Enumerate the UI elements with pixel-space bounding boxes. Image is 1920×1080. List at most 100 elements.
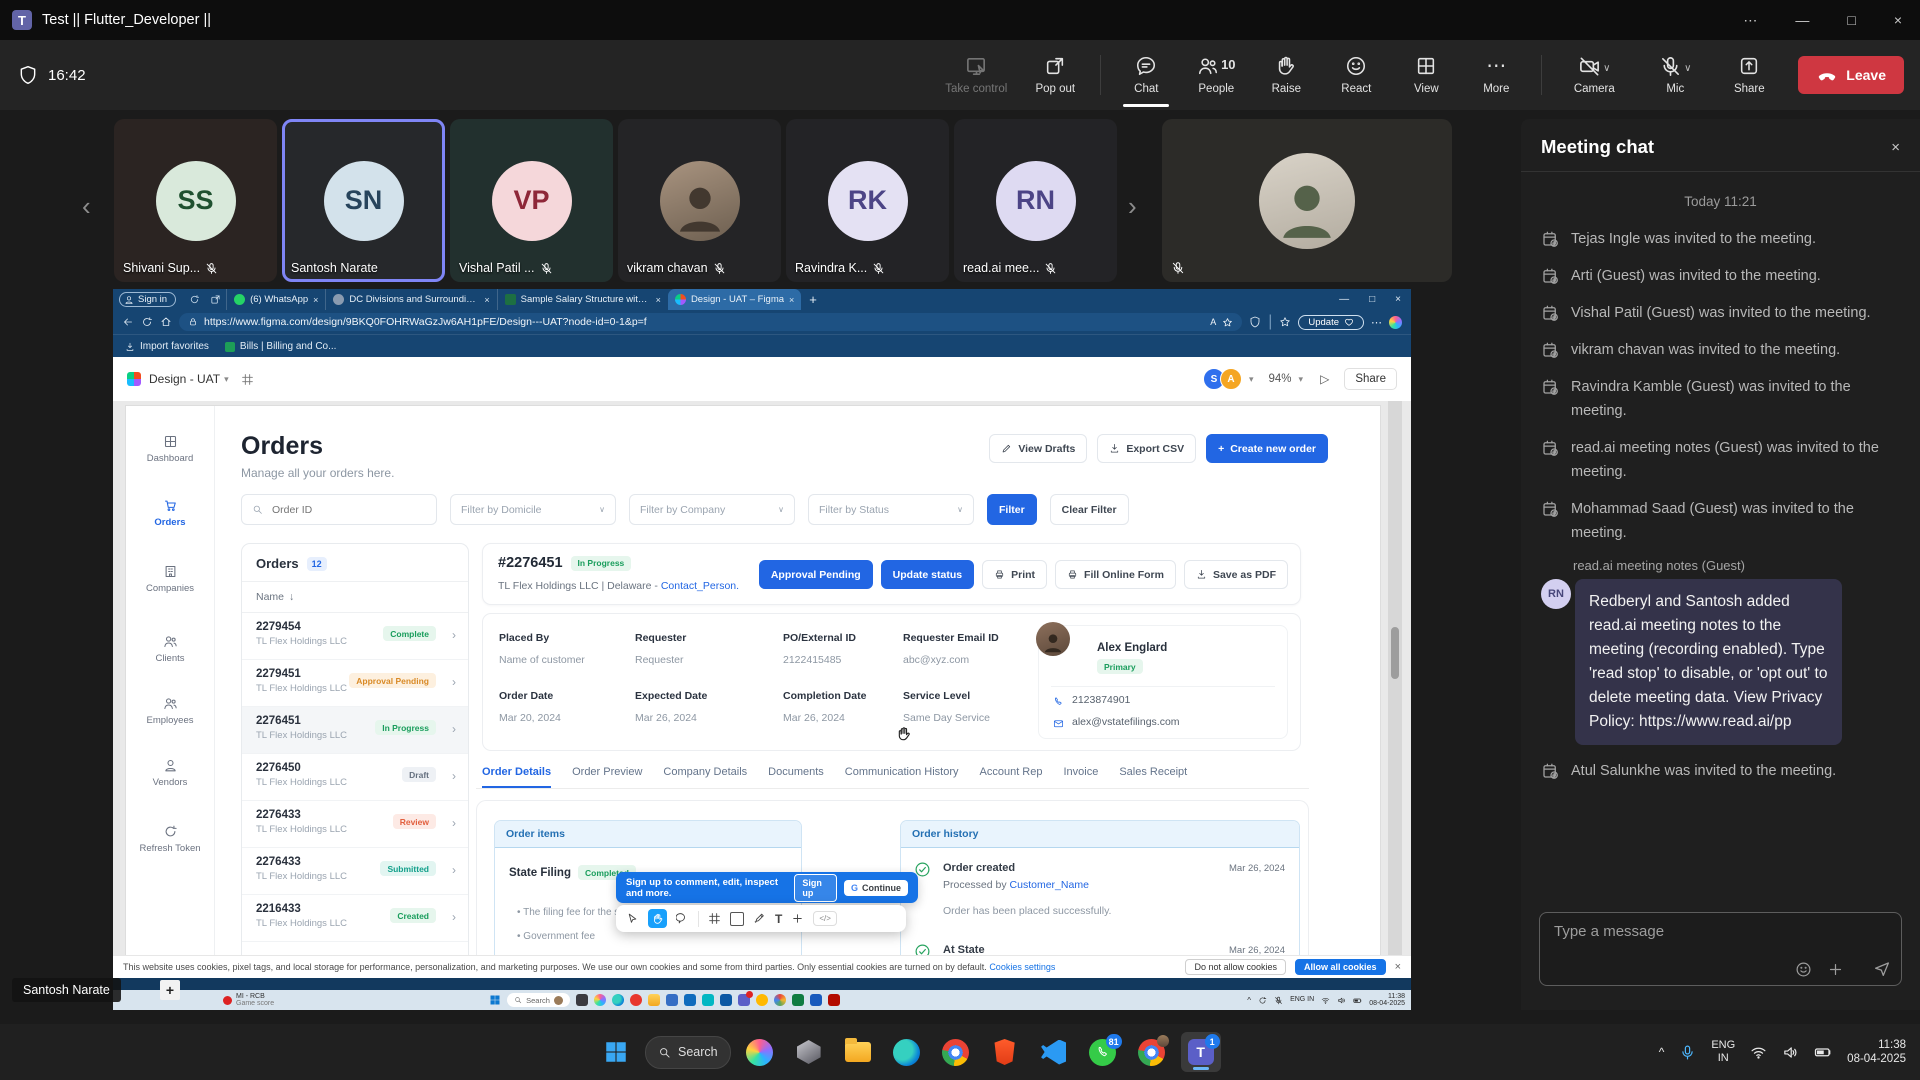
home-icon[interactable] <box>160 316 172 328</box>
tab-account-rep[interactable]: Account Rep <box>980 766 1043 788</box>
hand-tool-icon[interactable] <box>648 909 667 928</box>
sidebar-item-clients[interactable]: Clients <box>126 634 214 664</box>
order-row[interactable]: 2279451 TL Flex Holdings LLC Approval Pe… <box>242 660 468 707</box>
todo-icon[interactable] <box>756 994 768 1006</box>
browser-essentials-icon[interactable] <box>1249 316 1261 328</box>
copilot-icon[interactable] <box>1389 316 1402 329</box>
browser-close-icon[interactable]: × <box>1395 294 1401 305</box>
bookmark-star-icon[interactable] <box>1222 317 1233 328</box>
update-status-button[interactable]: Update status <box>881 560 974 589</box>
url-field[interactable]: https://www.figma.com/design/9BKQ0FOHRWa… <box>179 313 1242 331</box>
tab-order-details[interactable]: Order Details <box>482 766 551 788</box>
name-column-header[interactable]: Name ↓ <box>242 582 468 613</box>
vscode-button[interactable] <box>1034 1032 1074 1072</box>
shape-tool-icon[interactable] <box>730 912 744 926</box>
filter-status-select[interactable]: Filter by Status ∨ <box>808 494 974 525</box>
widgets-score[interactable]: MI - RCBGame score <box>223 993 274 1008</box>
camera-options-chevron-icon[interactable]: ∨ <box>1603 63 1610 74</box>
frame-tool-icon[interactable] <box>708 912 721 925</box>
filter-domicile-select[interactable]: Filter by Domicile ∨ <box>450 494 616 525</box>
export-csv-button[interactable]: Export CSV <box>1097 434 1196 463</box>
contact-email[interactable]: alex@vstatefilings.com <box>1072 716 1180 728</box>
file-menu-caret-icon[interactable]: ▾ <box>224 374 229 385</box>
edge-icon[interactable] <box>612 994 624 1006</box>
inner-clock[interactable]: 11:3808-04-2025 <box>1369 993 1405 1008</box>
order-row[interactable]: 2279454 TL Flex Holdings LLC Complete › <box>242 613 468 660</box>
start-icon[interactable] <box>489 994 501 1006</box>
defender-icon[interactable] <box>720 994 732 1006</box>
favorite-item[interactable]: Import favorites <box>125 341 209 352</box>
sidebar-item-companies[interactable]: Companies <box>126 564 214 594</box>
view-drafts-button[interactable]: View Drafts <box>989 434 1087 463</box>
participant-tile-wide[interactable] <box>1162 119 1452 282</box>
refresh-icon[interactable] <box>141 316 153 328</box>
filmstrip-right-chevron-icon[interactable]: › <box>1128 191 1137 222</box>
wifi-icon[interactable] <box>1321 996 1330 1005</box>
tab-close-icon[interactable]: × <box>656 295 661 305</box>
chat-button[interactable]: Chat <box>1111 55 1181 95</box>
vertical-tabs-icon[interactable] <box>210 294 221 305</box>
tab-company-details[interactable]: Company Details <box>663 766 747 788</box>
send-icon[interactable] <box>1873 960 1891 978</box>
camera-button[interactable]: ∨ Camera <box>1552 55 1636 95</box>
taskbar-search[interactable]: Search <box>645 1036 731 1069</box>
filter-apply-button[interactable]: Filter <box>987 494 1037 525</box>
teams-icon[interactable] <box>738 994 750 1006</box>
sidebar-item-employees[interactable]: Employees <box>126 696 214 726</box>
calculator-icon[interactable] <box>666 994 678 1006</box>
browser-update-button[interactable]: Update <box>1298 315 1364 330</box>
tray-chevron-icon[interactable]: ^ <box>1247 996 1251 1005</box>
emoji-icon[interactable] <box>1795 961 1812 978</box>
order-row-selected[interactable]: 2276451 TL Flex Holdings LLC In Progress… <box>242 707 468 754</box>
tab-documents[interactable]: Documents <box>768 766 824 788</box>
fill-online-form-button[interactable]: Fill Online Form <box>1055 560 1176 589</box>
sidebar-item-dashboard[interactable]: Dashboard <box>126 434 214 464</box>
order-row[interactable]: 2276433 TL Flex Holdings LLC Submitted › <box>242 848 468 895</box>
browser-tab[interactable]: Sample Salary Structure with calc × <box>497 289 668 310</box>
taskbar-clock[interactable]: 11:3808-04-2025 <box>1847 1038 1906 1066</box>
view-button[interactable]: View <box>1391 55 1461 95</box>
cookie-close-icon[interactable]: × <box>1395 961 1401 973</box>
approval-pending-button[interactable]: Approval Pending <box>759 560 873 589</box>
tab-close-icon[interactable]: × <box>313 295 318 305</box>
tab-close-icon[interactable]: × <box>484 295 489 305</box>
order-row[interactable]: 2216433 TL Flex Holdings LLC Created › <box>242 895 468 942</box>
clear-filter-button[interactable]: Clear Filter <box>1050 494 1129 525</box>
move-tool-icon[interactable] <box>626 912 639 925</box>
start-button[interactable] <box>596 1032 636 1072</box>
participant-tile[interactable]: VP Vishal Patil ... <box>450 119 613 282</box>
people-button[interactable]: 10 People <box>1181 55 1251 95</box>
window-more-icon[interactable]: ⋯ <box>1743 12 1757 29</box>
order-id-input[interactable] <box>270 503 404 517</box>
sign-up-button[interactable]: Sign up <box>794 874 837 902</box>
mic-button[interactable]: ∨ Mic <box>1636 55 1714 95</box>
battery-icon[interactable] <box>1353 996 1362 1005</box>
battery-icon[interactable] <box>1814 1043 1832 1061</box>
browser-minimize-icon[interactable]: — <box>1339 294 1349 305</box>
task-view-icon[interactable] <box>576 994 588 1006</box>
mic-muted-icon[interactable] <box>1274 996 1283 1005</box>
create-new-order-button[interactable]: + Create new order <box>1206 434 1328 463</box>
opera-icon[interactable] <box>630 994 642 1006</box>
browser-tab-active[interactable]: Design - UAT – Figma × <box>668 289 801 310</box>
word-icon[interactable] <box>810 994 822 1006</box>
unity-hub-button[interactable] <box>789 1032 829 1072</box>
order-row[interactable]: 2276433 TL Flex Holdings LLC Review › <box>242 801 468 848</box>
language-indicator[interactable]: ENGIN <box>1711 1039 1735 1065</box>
chat-input-box[interactable] <box>1539 912 1902 986</box>
back-icon[interactable] <box>122 316 134 328</box>
workspaces-icon[interactable] <box>189 294 200 305</box>
participant-tile[interactable]: SS Shivani Sup... <box>114 119 277 282</box>
excel-icon[interactable] <box>792 994 804 1006</box>
avatars-caret-icon[interactable]: ▾ <box>1249 374 1254 385</box>
file-explorer-icon[interactable] <box>648 994 660 1006</box>
inner-search-pill[interactable]: Search <box>507 993 570 1007</box>
leave-button[interactable]: Leave <box>1798 56 1904 94</box>
tab-order-preview[interactable]: Order Preview <box>572 766 642 788</box>
order-row[interactable]: 2276450 TL Flex Holdings LLC Draft › <box>242 754 468 801</box>
print-button[interactable]: Print <box>982 560 1047 589</box>
browser-sign-in-button[interactable]: Sign in <box>119 292 176 307</box>
tab-communication-history[interactable]: Communication History <box>845 766 959 788</box>
new-tab-button[interactable]: + <box>809 292 817 307</box>
mic-options-chevron-icon[interactable]: ∨ <box>1684 63 1691 74</box>
